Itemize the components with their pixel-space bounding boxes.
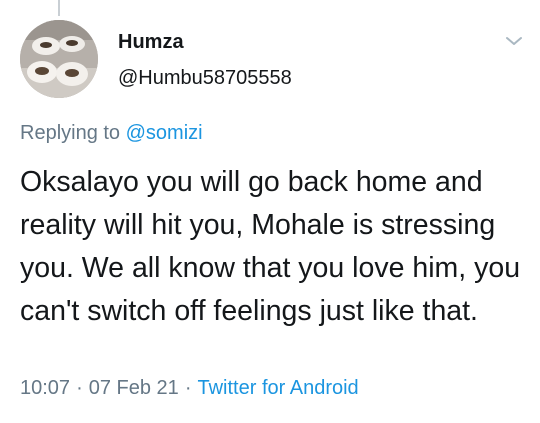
avatar[interactable]: [20, 20, 98, 98]
chevron-down-icon[interactable]: [504, 34, 524, 48]
replying-to-mention-link[interactable]: @somizi: [126, 122, 203, 144]
meta-separator: ·: [184, 377, 192, 399]
author-display-name[interactable]: Humza: [118, 30, 292, 54]
meta-separator: ·: [76, 377, 83, 399]
author-block: Humza @Humbu58705558: [118, 30, 292, 90]
author-handle[interactable]: @Humbu58705558: [118, 66, 292, 90]
tweet-time[interactable]: 10:07: [20, 377, 70, 399]
tweet-card: Humza @Humbu58705558 Replying to @somizi…: [0, 0, 540, 423]
thread-connector-line: [58, 0, 60, 16]
tweet-date[interactable]: 07 Feb 21: [89, 377, 179, 399]
replying-to-prefix: Replying to: [20, 122, 121, 144]
tweet-source-link[interactable]: Twitter for Android: [197, 377, 358, 399]
tweet-metadata: 10:07 · 07 Feb 21 · Twitter for Android: [20, 376, 359, 400]
tweet-text: Oksalayo you will go back home and reali…: [20, 166, 521, 327]
replying-to-line: Replying to @somizi: [20, 121, 203, 145]
